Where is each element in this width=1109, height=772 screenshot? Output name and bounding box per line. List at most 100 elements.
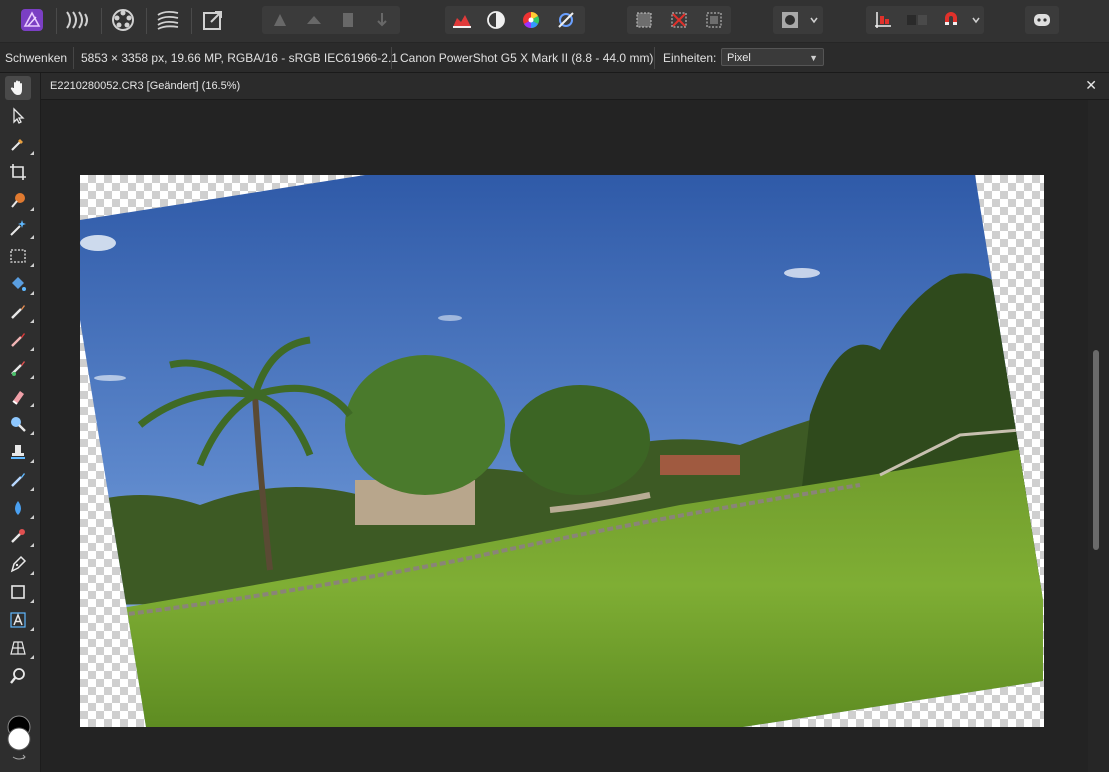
vertical-scrollbar-thumb[interactable] — [1093, 350, 1099, 550]
blur-brush-tool[interactable] — [5, 496, 34, 520]
toolbar-separator — [191, 8, 192, 34]
tool-flyout-marker — [30, 431, 34, 435]
quick-mask-dropdown[interactable] — [805, 5, 823, 35]
color-picker-tool[interactable] — [5, 132, 34, 156]
tool-flyout-marker — [30, 543, 34, 547]
toolbar-separator — [56, 8, 57, 34]
chevron-down-icon — [810, 17, 818, 24]
rectangle-tool-icon — [11, 585, 25, 599]
selection-brush-tool-icon — [11, 193, 25, 208]
color-replacement-brush-icon — [11, 333, 25, 347]
arrange-backward-icon — [307, 16, 321, 24]
units-label: Einheiten: — [663, 51, 717, 65]
tool-flyout-marker — [30, 571, 34, 575]
auto-levels-button[interactable] — [447, 5, 477, 35]
select-all-button[interactable] — [629, 5, 659, 35]
pen-tool-icon — [10, 555, 27, 573]
mesh-warp-tool-icon — [10, 641, 26, 655]
units-select[interactable]: Pixel ▼ — [721, 48, 824, 66]
arrange-button-4[interactable] — [367, 5, 397, 35]
invert-selection-icon — [706, 12, 722, 28]
liquify-icon — [66, 11, 88, 29]
arrange-button-2[interactable] — [299, 5, 329, 35]
tool-flyout-marker — [30, 151, 34, 155]
tool-flyout-marker — [30, 207, 34, 211]
selection-brush-tool[interactable] — [5, 188, 34, 212]
dodge-brush-tool[interactable] — [5, 412, 34, 436]
document-info: 5853 × 3358 px, 19.66 MP, RGBA/16 - sRGB… — [81, 51, 398, 65]
flood-select-tool-icon — [10, 220, 26, 236]
tone-map-icon — [157, 10, 179, 30]
close-icon[interactable]: ✕ — [1085, 77, 1097, 94]
tool-flyout-marker — [30, 403, 34, 407]
white-balance-icon — [558, 12, 574, 28]
arrange-front-icon — [377, 13, 387, 27]
color-replacement-brush-tool[interactable] — [5, 328, 34, 352]
photo-persona-button[interactable] — [17, 5, 47, 35]
arrange-forward-icon — [343, 13, 353, 27]
red-eye-tool[interactable] — [5, 524, 34, 548]
deselect-button[interactable] — [664, 5, 694, 35]
tool-flyout-marker — [30, 375, 34, 379]
blur-brush-tool-icon — [15, 501, 21, 515]
color-picker-tool-icon — [11, 139, 23, 151]
export-persona-button[interactable] — [198, 5, 228, 35]
quick-mask-button[interactable] — [775, 5, 805, 35]
tool-flyout-marker — [30, 655, 34, 659]
tool-flyout-marker — [30, 515, 34, 519]
quick-mask-icon — [782, 12, 798, 28]
develop-persona-button[interactable] — [108, 5, 138, 35]
hand-tool-icon — [10, 80, 22, 95]
tone-mapping-persona-button[interactable] — [153, 5, 183, 35]
document-tab[interactable]: E2210280052.CR3 [Geändert] (16.5%) ✕ — [41, 73, 1109, 100]
snapping-button[interactable] — [936, 5, 966, 35]
clone-brush-tool-icon — [11, 445, 25, 459]
hand-tool[interactable] — [5, 76, 31, 100]
force-pixel-alignment-button[interactable] — [902, 5, 932, 35]
move-tool[interactable] — [5, 104, 31, 128]
pixel-alignment-icon — [907, 15, 927, 25]
vertical-scrollbar[interactable] — [1088, 100, 1109, 772]
zoom-tool[interactable] — [5, 664, 31, 688]
artistic-text-tool[interactable] — [5, 608, 34, 632]
tool-flyout-marker — [30, 459, 34, 463]
levels-icon — [453, 15, 471, 28]
deselect-icon — [671, 12, 687, 28]
context-separator — [654, 47, 655, 69]
arrange-button-3[interactable] — [333, 5, 363, 35]
magnet-icon — [945, 12, 957, 25]
rectangle-tool[interactable] — [5, 580, 34, 604]
erase-brush-tool[interactable] — [5, 384, 34, 408]
flood-fill-tool[interactable] — [5, 272, 34, 296]
units-select-value: Pixel — [727, 52, 751, 64]
develop-icon — [112, 9, 134, 31]
rectangular-marquee-tool-icon — [10, 249, 26, 263]
document-canvas[interactable] — [80, 175, 1044, 727]
paint-brush-tool[interactable] — [5, 300, 34, 324]
auto-contrast-button[interactable] — [481, 5, 511, 35]
tool-name: Schwenken — [5, 51, 68, 65]
clone-brush-tool[interactable] — [5, 440, 34, 464]
context-separator — [391, 47, 392, 69]
alignment-button[interactable] — [868, 5, 898, 35]
canvas-area[interactable] — [41, 100, 1088, 772]
auto-colors-button[interactable] — [516, 5, 546, 35]
snapping-dropdown[interactable] — [967, 5, 985, 35]
pen-tool[interactable] — [5, 552, 34, 576]
affinity-photo-icon — [21, 9, 43, 31]
flood-select-tool[interactable] — [5, 216, 34, 240]
crop-tool[interactable] — [5, 160, 31, 184]
assistant-button[interactable] — [1027, 5, 1057, 35]
tools-panel — [0, 73, 41, 772]
mesh-warp-tool[interactable] — [5, 636, 34, 660]
pixel-tool-icon — [11, 361, 25, 376]
context-toolbar: Schwenken 5853 × 3358 px, 19.66 MP, RGBA… — [0, 43, 1109, 73]
liquify-persona-button[interactable] — [62, 5, 92, 35]
color-well[interactable] — [4, 714, 34, 764]
auto-white-balance-button[interactable] — [551, 5, 581, 35]
invert-selection-button[interactable] — [699, 5, 729, 35]
pixel-tool[interactable] — [5, 356, 34, 380]
rectangular-marquee-tool[interactable] — [5, 244, 34, 268]
arrange-button-1[interactable] — [265, 5, 295, 35]
healing-brush-tool[interactable] — [5, 468, 34, 492]
